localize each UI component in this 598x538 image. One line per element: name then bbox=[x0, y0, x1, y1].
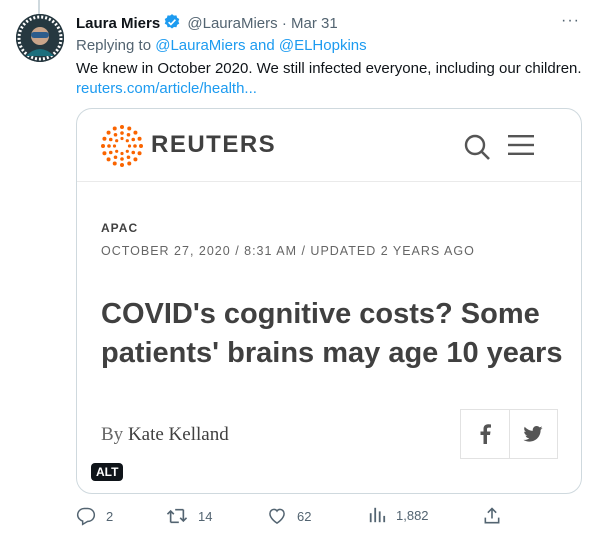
share-button[interactable] bbox=[482, 506, 502, 526]
article-date: OCTOBER 27, 2020 / 8:31 AM / UPDATED 2 Y… bbox=[101, 244, 475, 258]
tweet-date[interactable]: · Mar 31 bbox=[282, 15, 338, 32]
article-section: APAC bbox=[101, 221, 139, 235]
reuters-logo-icon bbox=[101, 125, 143, 172]
byline-author: Kate Kelland bbox=[127, 424, 229, 445]
reply-mention-1[interactable]: @LauraMiers bbox=[155, 37, 245, 54]
reply-button[interactable]: 2 bbox=[76, 506, 113, 526]
alt-badge[interactable]: ALT bbox=[91, 463, 124, 481]
search-icon bbox=[463, 133, 491, 166]
replying-prefix: Replying to bbox=[76, 37, 152, 54]
views-button[interactable]: 1,882 bbox=[368, 506, 429, 524]
article-headline: COVID's cognitive costs? Some patients' … bbox=[101, 295, 571, 373]
like-button[interactable]: 62 bbox=[267, 506, 311, 526]
tweet-header: Laura Miers @LauraMiers · Mar 31 bbox=[76, 13, 582, 33]
headline-line-2: patients' brains may age 10 years bbox=[101, 337, 563, 369]
retweet-count: 14 bbox=[198, 508, 213, 524]
article-byline: By Kate Kelland bbox=[101, 424, 229, 446]
retweet-button[interactable]: 14 bbox=[166, 506, 212, 526]
headline-line-1: COVID's cognitive costs? Some bbox=[101, 298, 540, 330]
hamburger-menu-icon bbox=[508, 134, 534, 161]
more-options-icon[interactable]: ··· bbox=[561, 12, 580, 30]
reuters-header: REUTERS bbox=[77, 109, 581, 182]
tweet-text: We knew in October 2020. We still infect… bbox=[76, 60, 582, 77]
verified-badge-icon bbox=[163, 13, 181, 37]
avatar-image bbox=[16, 14, 64, 62]
tweet-actions: 2 14 62 1,882 bbox=[76, 506, 516, 530]
facebook-icon bbox=[461, 410, 510, 458]
author-name[interactable]: Laura Miers bbox=[76, 15, 160, 32]
avatar[interactable] bbox=[16, 14, 64, 62]
reply-count: 2 bbox=[106, 508, 114, 524]
heart-icon bbox=[269, 508, 285, 524]
share-buttons bbox=[460, 409, 558, 459]
reply-mention-and[interactable]: and bbox=[250, 37, 275, 54]
like-count: 62 bbox=[297, 508, 312, 524]
tweet-link[interactable]: reuters.com/article/health... bbox=[76, 79, 257, 98]
twitter-icon bbox=[510, 410, 558, 458]
reuters-brand: REUTERS bbox=[151, 131, 277, 158]
author-handle[interactable]: @LauraMiers bbox=[187, 15, 277, 32]
replying-to-line: Replying to @LauraMiers and @ELHopkins bbox=[76, 36, 367, 55]
byline-prefix: By bbox=[101, 424, 124, 445]
link-card[interactable]: REUTERS APAC OCTOBER 27, 2020 / 8:31 AM … bbox=[76, 108, 582, 494]
share-icon bbox=[484, 507, 500, 524]
retweet-icon bbox=[166, 508, 188, 524]
views-chart-icon bbox=[369, 507, 386, 523]
reply-icon bbox=[76, 507, 96, 526]
reply-mention-2[interactable]: @ELHopkins bbox=[279, 37, 367, 54]
views-count: 1,882 bbox=[396, 507, 429, 523]
